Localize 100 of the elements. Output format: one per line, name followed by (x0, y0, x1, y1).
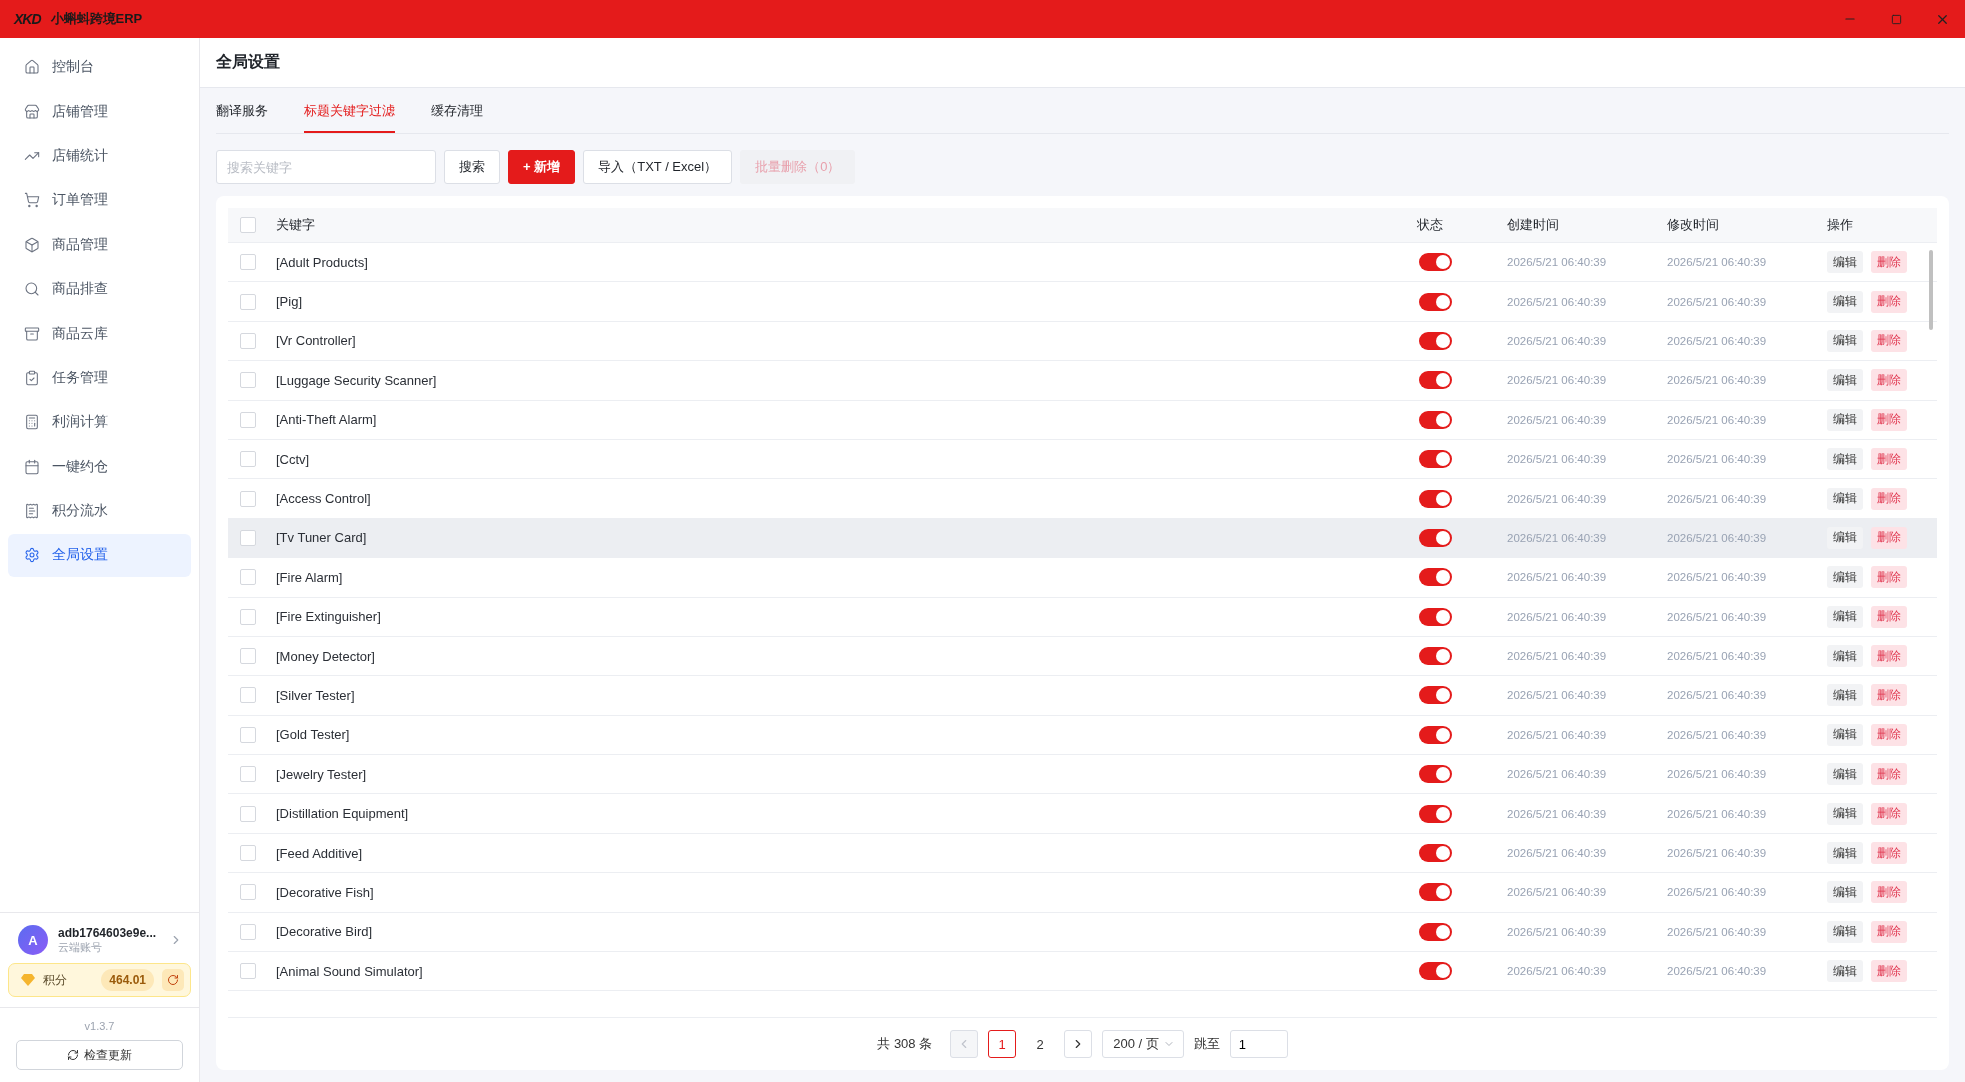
status-toggle[interactable] (1419, 371, 1452, 390)
tab[interactable]: 缓存清理 (431, 102, 483, 133)
add-button[interactable]: + 新增 (508, 150, 576, 184)
edit-button[interactable]: 编辑 (1827, 566, 1863, 589)
row-checkbox[interactable] (240, 372, 256, 389)
select-all-checkbox[interactable] (240, 217, 256, 233)
status-toggle[interactable] (1419, 450, 1452, 469)
row-checkbox[interactable] (240, 451, 256, 468)
sidebar-item[interactable]: 全局设置 (8, 534, 191, 577)
status-toggle[interactable] (1419, 292, 1452, 311)
edit-button[interactable]: 编辑 (1827, 645, 1863, 668)
delete-button[interactable]: 删除 (1871, 448, 1907, 471)
status-toggle[interactable] (1419, 962, 1452, 981)
table-row[interactable]: [Tv Tuner Card] 2026/5/21 06:40:39 2026/5/21 06:40:39 编辑 删除 (228, 518, 1937, 559)
row-checkbox[interactable] (240, 726, 256, 743)
sidebar-item[interactable]: 商品云库 (8, 312, 191, 355)
row-checkbox[interactable] (240, 332, 256, 349)
delete-button[interactable]: 删除 (1871, 802, 1907, 825)
edit-button[interactable]: 编辑 (1827, 723, 1863, 746)
sidebar-item[interactable]: 店铺统计 (8, 134, 191, 178)
next-page-button[interactable] (1064, 1030, 1093, 1058)
status-toggle[interactable] (1419, 844, 1452, 863)
edit-button[interactable]: 编辑 (1827, 684, 1863, 707)
sidebar-item[interactable]: 控制台 (8, 46, 191, 89)
delete-button[interactable]: 删除 (1871, 408, 1907, 431)
check-update-button[interactable]: 检查更新 (16, 1040, 183, 1070)
row-checkbox[interactable] (240, 687, 256, 704)
edit-button[interactable]: 编辑 (1827, 763, 1863, 786)
delete-button[interactable]: 删除 (1871, 566, 1907, 589)
status-toggle[interactable] (1419, 410, 1452, 429)
row-checkbox[interactable] (240, 884, 256, 901)
row-checkbox[interactable] (240, 293, 256, 310)
delete-button[interactable]: 删除 (1871, 369, 1907, 392)
edit-button[interactable]: 编辑 (1827, 960, 1863, 983)
tab[interactable]: 翻译服务 (216, 102, 268, 133)
status-toggle[interactable] (1419, 331, 1452, 350)
status-toggle[interactable] (1419, 528, 1452, 547)
sidebar-item[interactable]: 一键约仓 (8, 445, 191, 488)
status-toggle[interactable] (1419, 765, 1452, 784)
row-checkbox[interactable] (240, 963, 256, 980)
delete-button[interactable]: 删除 (1871, 763, 1907, 786)
toolbar-button[interactable]: 导入（TXT / Excel） (583, 150, 733, 184)
delete-button[interactable]: 删除 (1871, 251, 1907, 274)
sidebar-item[interactable]: 店铺管理 (8, 90, 191, 133)
row-checkbox[interactable] (240, 254, 256, 271)
edit-button[interactable]: 编辑 (1827, 251, 1863, 274)
delete-button[interactable]: 删除 (1871, 526, 1907, 549)
delete-button[interactable]: 删除 (1871, 645, 1907, 668)
edit-button[interactable]: 编辑 (1827, 526, 1863, 549)
row-checkbox[interactable] (240, 845, 256, 862)
status-toggle[interactable] (1419, 568, 1452, 587)
delete-button[interactable]: 删除 (1871, 329, 1907, 352)
tab[interactable]: 标题关键字过滤 (304, 102, 395, 133)
row-checkbox[interactable] (240, 490, 256, 507)
status-toggle[interactable] (1419, 725, 1452, 744)
row-checkbox[interactable] (240, 529, 256, 546)
edit-button[interactable]: 编辑 (1827, 842, 1863, 865)
row-checkbox[interactable] (240, 411, 256, 428)
edit-button[interactable]: 编辑 (1827, 487, 1863, 510)
row-checkbox[interactable] (240, 923, 256, 940)
refresh-button[interactable] (162, 969, 184, 991)
sidebar-item[interactable]: 商品排查 (8, 267, 191, 311)
status-toggle[interactable] (1419, 647, 1452, 666)
row-checkbox[interactable] (240, 608, 256, 625)
sidebar-item[interactable]: 积分流水 (8, 489, 191, 533)
edit-button[interactable]: 编辑 (1827, 369, 1863, 392)
page-size-select[interactable]: 200 / 页 (1102, 1030, 1184, 1058)
search-field[interactable]: 搜索关键字 (216, 150, 436, 184)
edit-button[interactable]: 编辑 (1827, 605, 1863, 628)
toolbar-button[interactable]: 搜索 (444, 150, 500, 184)
status-toggle[interactable] (1419, 883, 1452, 902)
scrollbar-thumb[interactable] (1929, 250, 1933, 330)
status-toggle[interactable] (1419, 489, 1452, 508)
page-button[interactable]: 1 (988, 1030, 1017, 1058)
edit-button[interactable]: 编辑 (1827, 881, 1863, 904)
row-checkbox[interactable] (240, 648, 256, 665)
delete-button[interactable]: 删除 (1871, 487, 1907, 510)
sidebar-item[interactable]: 订单管理 (8, 179, 191, 222)
delete-button[interactable]: 删除 (1871, 290, 1907, 313)
delete-button[interactable]: 删除 (1871, 960, 1907, 983)
edit-button[interactable]: 编辑 (1827, 802, 1863, 825)
status-toggle[interactable] (1419, 607, 1452, 626)
row-checkbox[interactable] (240, 805, 256, 822)
status-toggle[interactable] (1419, 253, 1452, 272)
sidebar-item[interactable]: 利润计算 (8, 401, 191, 444)
delete-button[interactable]: 删除 (1871, 605, 1907, 628)
jump-page-field[interactable]: 1 (1229, 1030, 1288, 1058)
edit-button[interactable]: 编辑 (1827, 448, 1863, 471)
sidebar-item[interactable]: 商品管理 (8, 223, 191, 266)
row-checkbox[interactable] (240, 766, 256, 783)
delete-button[interactable]: 删除 (1871, 920, 1907, 943)
status-toggle[interactable] (1419, 686, 1452, 705)
delete-button[interactable]: 删除 (1871, 881, 1907, 904)
delete-button[interactable]: 删除 (1871, 723, 1907, 746)
edit-button[interactable]: 编辑 (1827, 920, 1863, 943)
edit-button[interactable]: 编辑 (1827, 329, 1863, 352)
edit-button[interactable]: 编辑 (1827, 290, 1863, 313)
status-toggle[interactable] (1419, 922, 1452, 941)
status-toggle[interactable] (1419, 804, 1452, 823)
row-checkbox[interactable] (240, 569, 256, 586)
